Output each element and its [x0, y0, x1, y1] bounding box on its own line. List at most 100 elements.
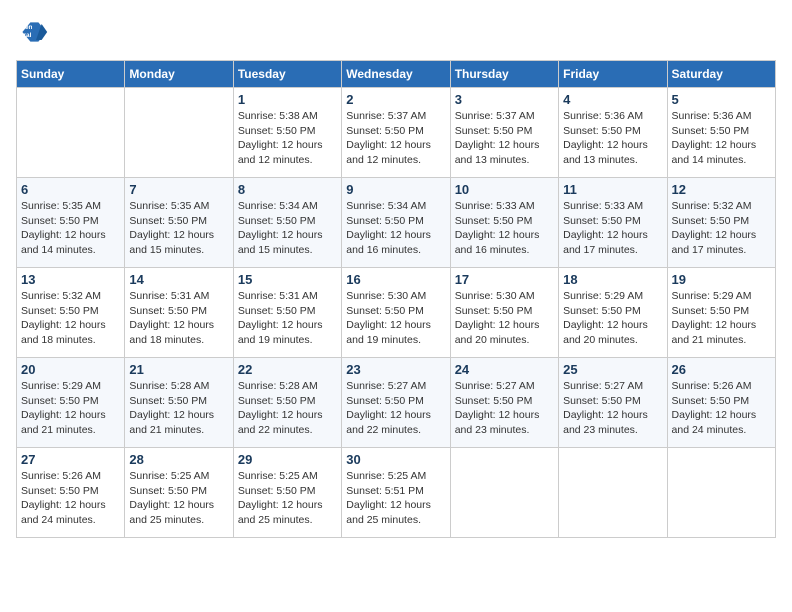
calendar-cell: 7 Sunrise: 5:35 AM Sunset: 5:50 PM Dayli…: [125, 178, 233, 268]
day-number: 5: [672, 92, 771, 107]
sunrise-text: Sunrise: 5:33 AM: [563, 199, 662, 214]
calendar-cell: 4 Sunrise: 5:36 AM Sunset: 5:50 PM Dayli…: [559, 88, 667, 178]
sunrise-text: Sunrise: 5:32 AM: [672, 199, 771, 214]
day-info: Sunrise: 5:25 AM Sunset: 5:51 PM Dayligh…: [346, 469, 445, 528]
day-number: 16: [346, 272, 445, 287]
day-info: Sunrise: 5:34 AM Sunset: 5:50 PM Dayligh…: [346, 199, 445, 258]
sunset-text: Sunset: 5:50 PM: [455, 394, 554, 409]
daylight-text: Daylight: 12 hours and 16 minutes.: [455, 228, 554, 257]
daylight-text: Daylight: 12 hours and 12 minutes.: [346, 138, 445, 167]
sunrise-text: Sunrise: 5:27 AM: [563, 379, 662, 394]
sunrise-text: Sunrise: 5:32 AM: [21, 289, 120, 304]
sunset-text: Sunset: 5:50 PM: [238, 484, 337, 499]
sunrise-text: Sunrise: 5:30 AM: [346, 289, 445, 304]
day-info: Sunrise: 5:32 AM Sunset: 5:50 PM Dayligh…: [21, 289, 120, 348]
daylight-text: Daylight: 12 hours and 22 minutes.: [346, 408, 445, 437]
day-number: 3: [455, 92, 554, 107]
sunrise-text: Sunrise: 5:34 AM: [238, 199, 337, 214]
calendar-cell: 17 Sunrise: 5:30 AM Sunset: 5:50 PM Dayl…: [450, 268, 558, 358]
sunset-text: Sunset: 5:51 PM: [346, 484, 445, 499]
sunset-text: Sunset: 5:50 PM: [672, 124, 771, 139]
sunrise-text: Sunrise: 5:28 AM: [129, 379, 228, 394]
sunset-text: Sunset: 5:50 PM: [129, 484, 228, 499]
sunrise-text: Sunrise: 5:33 AM: [455, 199, 554, 214]
day-number: 8: [238, 182, 337, 197]
weekday-header-row: SundayMondayTuesdayWednesdayThursdayFrid…: [17, 61, 776, 88]
daylight-text: Daylight: 12 hours and 14 minutes.: [672, 138, 771, 167]
weekday-header-sunday: Sunday: [17, 61, 125, 88]
day-number: 24: [455, 362, 554, 377]
weekday-header-thursday: Thursday: [450, 61, 558, 88]
svg-text:Gen: Gen: [20, 24, 33, 31]
calendar-cell: 29 Sunrise: 5:25 AM Sunset: 5:50 PM Dayl…: [233, 448, 341, 538]
sunset-text: Sunset: 5:50 PM: [238, 124, 337, 139]
day-info: Sunrise: 5:29 AM Sunset: 5:50 PM Dayligh…: [672, 289, 771, 348]
calendar-cell: 1 Sunrise: 5:38 AM Sunset: 5:50 PM Dayli…: [233, 88, 341, 178]
calendar-cell: 21 Sunrise: 5:28 AM Sunset: 5:50 PM Dayl…: [125, 358, 233, 448]
sunrise-text: Sunrise: 5:38 AM: [238, 109, 337, 124]
sunset-text: Sunset: 5:50 PM: [21, 484, 120, 499]
day-number: 15: [238, 272, 337, 287]
day-info: Sunrise: 5:30 AM Sunset: 5:50 PM Dayligh…: [346, 289, 445, 348]
calendar-cell: 18 Sunrise: 5:29 AM Sunset: 5:50 PM Dayl…: [559, 268, 667, 358]
sunrise-text: Sunrise: 5:35 AM: [21, 199, 120, 214]
daylight-text: Daylight: 12 hours and 25 minutes.: [129, 498, 228, 527]
sunset-text: Sunset: 5:50 PM: [129, 394, 228, 409]
sunrise-text: Sunrise: 5:28 AM: [238, 379, 337, 394]
daylight-text: Daylight: 12 hours and 23 minutes.: [563, 408, 662, 437]
calendar-cell: 28 Sunrise: 5:25 AM Sunset: 5:50 PM Dayl…: [125, 448, 233, 538]
sunset-text: Sunset: 5:50 PM: [21, 214, 120, 229]
calendar-cell: 22 Sunrise: 5:28 AM Sunset: 5:50 PM Dayl…: [233, 358, 341, 448]
sunset-text: Sunset: 5:50 PM: [21, 304, 120, 319]
daylight-text: Daylight: 12 hours and 21 minutes.: [21, 408, 120, 437]
day-number: 2: [346, 92, 445, 107]
calendar-week-1: 1 Sunrise: 5:38 AM Sunset: 5:50 PM Dayli…: [17, 88, 776, 178]
daylight-text: Daylight: 12 hours and 25 minutes.: [238, 498, 337, 527]
daylight-text: Daylight: 12 hours and 18 minutes.: [21, 318, 120, 347]
day-info: Sunrise: 5:26 AM Sunset: 5:50 PM Dayligh…: [21, 469, 120, 528]
calendar-cell: [450, 448, 558, 538]
sunrise-text: Sunrise: 5:29 AM: [672, 289, 771, 304]
day-number: 6: [21, 182, 120, 197]
sunrise-text: Sunrise: 5:31 AM: [129, 289, 228, 304]
day-number: 30: [346, 452, 445, 467]
day-number: 29: [238, 452, 337, 467]
calendar-week-4: 20 Sunrise: 5:29 AM Sunset: 5:50 PM Dayl…: [17, 358, 776, 448]
day-number: 11: [563, 182, 662, 197]
sunrise-text: Sunrise: 5:36 AM: [563, 109, 662, 124]
day-info: Sunrise: 5:32 AM Sunset: 5:50 PM Dayligh…: [672, 199, 771, 258]
day-number: 10: [455, 182, 554, 197]
day-info: Sunrise: 5:29 AM Sunset: 5:50 PM Dayligh…: [563, 289, 662, 348]
day-number: 9: [346, 182, 445, 197]
day-info: Sunrise: 5:33 AM Sunset: 5:50 PM Dayligh…: [455, 199, 554, 258]
calendar-week-2: 6 Sunrise: 5:35 AM Sunset: 5:50 PM Dayli…: [17, 178, 776, 268]
calendar-cell: [125, 88, 233, 178]
daylight-text: Daylight: 12 hours and 24 minutes.: [21, 498, 120, 527]
calendar-cell: 13 Sunrise: 5:32 AM Sunset: 5:50 PM Dayl…: [17, 268, 125, 358]
day-number: 27: [21, 452, 120, 467]
calendar-cell: 5 Sunrise: 5:36 AM Sunset: 5:50 PM Dayli…: [667, 88, 775, 178]
daylight-text: Daylight: 12 hours and 14 minutes.: [21, 228, 120, 257]
daylight-text: Daylight: 12 hours and 19 minutes.: [346, 318, 445, 347]
calendar-cell: 24 Sunrise: 5:27 AM Sunset: 5:50 PM Dayl…: [450, 358, 558, 448]
page-header: Gen eral: [16, 16, 776, 48]
sunrise-text: Sunrise: 5:26 AM: [672, 379, 771, 394]
day-info: Sunrise: 5:28 AM Sunset: 5:50 PM Dayligh…: [238, 379, 337, 438]
day-number: 13: [21, 272, 120, 287]
day-number: 25: [563, 362, 662, 377]
day-info: Sunrise: 5:25 AM Sunset: 5:50 PM Dayligh…: [238, 469, 337, 528]
daylight-text: Daylight: 12 hours and 18 minutes.: [129, 318, 228, 347]
day-info: Sunrise: 5:37 AM Sunset: 5:50 PM Dayligh…: [455, 109, 554, 168]
day-number: 17: [455, 272, 554, 287]
day-number: 21: [129, 362, 228, 377]
calendar-cell: 25 Sunrise: 5:27 AM Sunset: 5:50 PM Dayl…: [559, 358, 667, 448]
calendar-cell: 30 Sunrise: 5:25 AM Sunset: 5:51 PM Dayl…: [342, 448, 450, 538]
calendar-cell: 10 Sunrise: 5:33 AM Sunset: 5:50 PM Dayl…: [450, 178, 558, 268]
daylight-text: Daylight: 12 hours and 15 minutes.: [238, 228, 337, 257]
sunset-text: Sunset: 5:50 PM: [238, 304, 337, 319]
day-info: Sunrise: 5:27 AM Sunset: 5:50 PM Dayligh…: [346, 379, 445, 438]
day-number: 28: [129, 452, 228, 467]
sunset-text: Sunset: 5:50 PM: [346, 214, 445, 229]
day-info: Sunrise: 5:30 AM Sunset: 5:50 PM Dayligh…: [455, 289, 554, 348]
sunset-text: Sunset: 5:50 PM: [346, 124, 445, 139]
